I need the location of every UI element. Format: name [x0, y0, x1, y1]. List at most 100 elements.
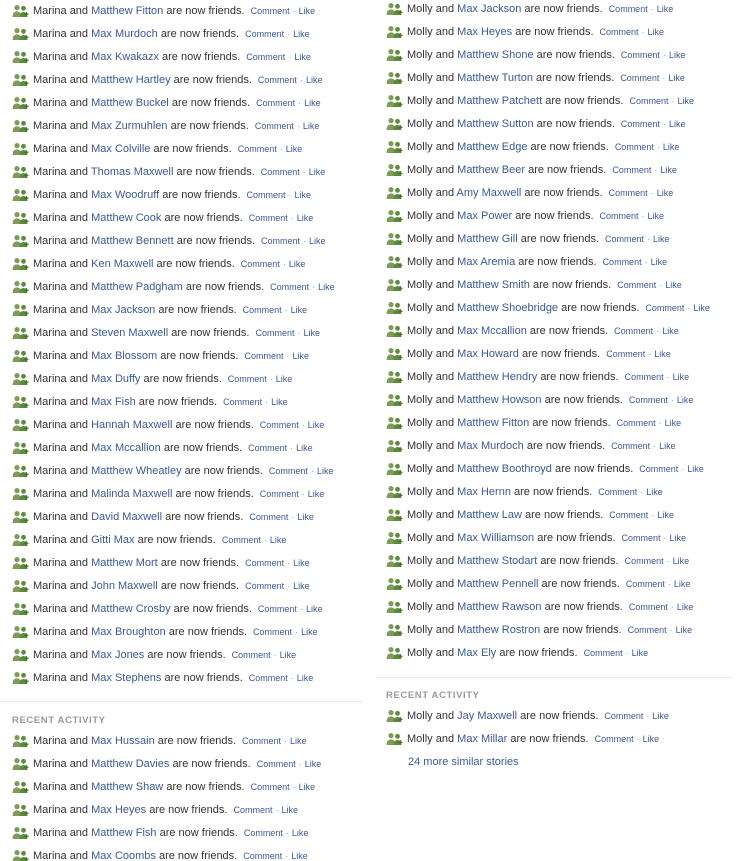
like-link[interactable]: Like — [301, 627, 318, 637]
like-link[interactable]: Like — [297, 512, 314, 522]
comment-link[interactable]: Comment — [260, 489, 299, 499]
friend-name-link[interactable]: Matthew Crosby — [91, 603, 170, 615]
like-link[interactable]: Like — [317, 466, 334, 476]
comment-link[interactable]: Comment — [245, 558, 284, 568]
like-link[interactable]: Like — [295, 190, 312, 200]
like-link[interactable]: Like — [674, 579, 691, 589]
friend-name-link[interactable]: Matthew Hendry — [457, 371, 537, 383]
like-link[interactable]: Like — [291, 851, 308, 861]
friend-name-link[interactable]: Matthew Smith — [457, 279, 530, 291]
like-link[interactable]: Like — [270, 535, 287, 545]
comment-link[interactable]: Comment — [628, 625, 667, 635]
like-link[interactable]: Like — [677, 395, 694, 405]
comment-link[interactable]: Comment — [626, 579, 665, 589]
friend-name-link[interactable]: Max Williamson — [457, 532, 534, 544]
like-link[interactable]: Like — [663, 142, 680, 152]
like-link[interactable]: Like — [293, 581, 310, 591]
like-link[interactable]: Like — [668, 73, 685, 83]
like-link[interactable]: Like — [292, 828, 309, 838]
friend-name-link[interactable]: Matthew Boothroyd — [457, 463, 552, 475]
like-link[interactable]: Like — [657, 188, 674, 198]
friend-name-link[interactable]: Max Duffy — [91, 373, 140, 385]
like-link[interactable]: Like — [304, 328, 321, 338]
comment-link[interactable]: Comment — [639, 464, 678, 474]
friend-name-link[interactable]: Matthew Bennett — [91, 235, 174, 247]
like-link[interactable]: Like — [654, 349, 671, 359]
comment-link[interactable]: Comment — [243, 851, 282, 861]
comment-link[interactable]: Comment — [246, 52, 285, 62]
friend-name-link[interactable]: Matthew Padgham — [91, 281, 183, 293]
friend-name-link[interactable]: Matthew Shaw — [91, 781, 163, 793]
comment-link[interactable]: Comment — [261, 167, 300, 177]
comment-link[interactable]: Comment — [629, 96, 668, 106]
comment-link[interactable]: Comment — [253, 627, 292, 637]
friend-name-link[interactable]: Matthew Gill — [457, 233, 518, 245]
comment-link[interactable]: Comment — [645, 303, 684, 313]
like-link[interactable]: Like — [678, 96, 695, 106]
friend-name-link[interactable]: Max Broughton — [91, 626, 166, 638]
friend-name-link[interactable]: Steven Maxwell — [91, 327, 168, 339]
friend-name-link[interactable]: Matthew Buckel — [91, 97, 169, 109]
like-link[interactable]: Like — [687, 464, 704, 474]
friend-name-link[interactable]: Matthew Shoebridge — [457, 302, 558, 314]
like-link[interactable]: Like — [309, 167, 326, 177]
comment-link[interactable]: Comment — [614, 326, 653, 336]
friend-name-link[interactable]: Matthew Rostron — [457, 624, 540, 636]
friend-name-link[interactable]: Gitti Max — [91, 534, 134, 546]
comment-link[interactable]: Comment — [622, 533, 661, 543]
like-link[interactable]: Like — [665, 280, 682, 290]
comment-link[interactable]: Comment — [606, 349, 645, 359]
friend-name-link[interactable]: Max Coombs — [91, 850, 156, 861]
like-link[interactable]: Like — [648, 211, 665, 221]
like-link[interactable]: Like — [271, 397, 288, 407]
friend-name-link[interactable]: Matthew Mort — [91, 557, 158, 569]
friend-name-link[interactable]: Max Jackson — [457, 3, 521, 15]
friend-name-link[interactable]: Matthew Wheatley — [91, 465, 181, 477]
friend-name-link[interactable]: Matthew Fitton — [457, 417, 529, 429]
comment-link[interactable]: Comment — [270, 282, 309, 292]
comment-link[interactable]: Comment — [612, 165, 651, 175]
comment-link[interactable]: Comment — [260, 420, 299, 430]
like-link[interactable]: Like — [309, 236, 326, 246]
like-link[interactable]: Like — [276, 374, 293, 384]
like-link[interactable]: Like — [693, 303, 710, 313]
friend-name-link[interactable]: Max Mccallion — [457, 325, 527, 337]
comment-link[interactable]: Comment — [603, 257, 642, 267]
comment-link[interactable]: Comment — [249, 213, 288, 223]
like-link[interactable]: Like — [669, 119, 686, 129]
friend-name-link[interactable]: Matthew Pennell — [457, 578, 538, 590]
friend-name-link[interactable]: Matthew Sutton — [457, 118, 533, 130]
like-link[interactable]: Like — [296, 443, 313, 453]
friend-name-link[interactable]: Max Murdoch — [91, 28, 158, 40]
comment-link[interactable]: Comment — [584, 648, 623, 658]
comment-link[interactable]: Comment — [244, 351, 283, 361]
like-link[interactable]: Like — [297, 213, 314, 223]
friend-name-link[interactable]: Max Jackson — [91, 304, 155, 316]
friend-name-link[interactable]: Matthew Shone — [457, 49, 533, 61]
comment-link[interactable]: Comment — [258, 75, 297, 85]
like-link[interactable]: Like — [305, 759, 322, 769]
comment-link[interactable]: Comment — [247, 190, 286, 200]
friend-name-link[interactable]: John Maxwell — [91, 580, 158, 592]
comment-link[interactable]: Comment — [222, 535, 261, 545]
like-link[interactable]: Like — [293, 29, 310, 39]
friend-name-link[interactable]: Max Mccallion — [91, 442, 161, 454]
like-link[interactable]: Like — [297, 673, 314, 683]
friend-name-link[interactable]: Jay Maxwell — [457, 710, 517, 722]
friend-name-link[interactable]: Matthew Fish — [91, 827, 156, 839]
friend-name-link[interactable]: Matthew Turton — [457, 72, 533, 84]
more-similar-stories-link[interactable]: 24 more similar stories — [386, 750, 736, 773]
friend-name-link[interactable]: Max Colville — [91, 143, 150, 155]
comment-link[interactable]: Comment — [244, 828, 283, 838]
like-link[interactable]: Like — [676, 625, 693, 635]
like-link[interactable]: Like — [632, 648, 649, 658]
like-link[interactable]: Like — [660, 165, 677, 175]
like-link[interactable]: Like — [651, 257, 668, 267]
comment-link[interactable]: Comment — [223, 397, 262, 407]
friend-name-link[interactable]: Max Millar — [457, 733, 507, 745]
friend-name-link[interactable]: Max Zurmuhlen — [91, 120, 167, 132]
comment-link[interactable]: Comment — [257, 759, 296, 769]
comment-link[interactable]: Comment — [604, 711, 643, 721]
friend-name-link[interactable]: Matthew Patchett — [457, 95, 542, 107]
friend-name-link[interactable]: Malinda Maxwell — [91, 488, 172, 500]
